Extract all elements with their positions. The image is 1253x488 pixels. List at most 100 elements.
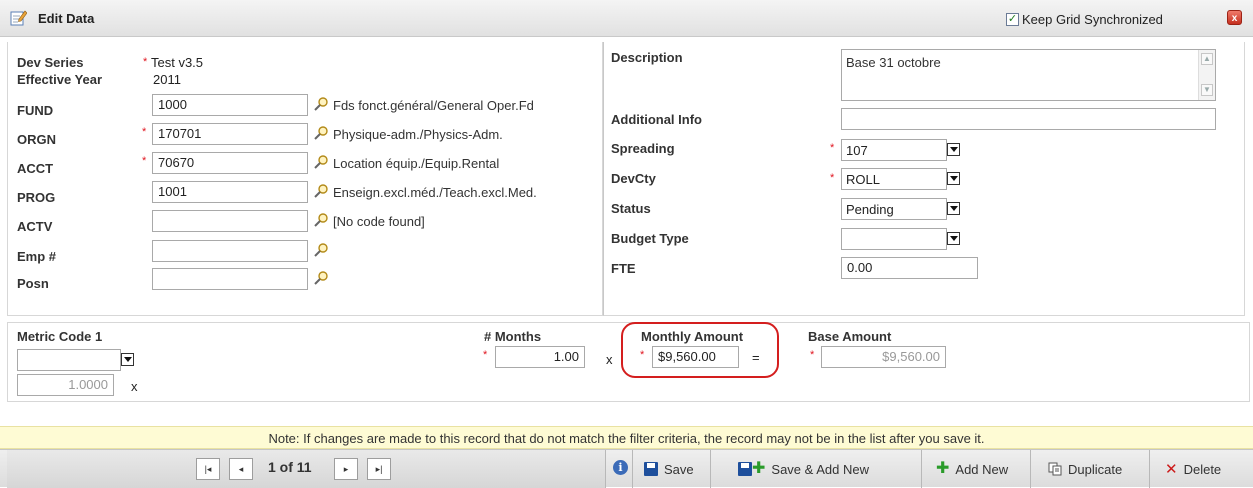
delete-icon: ✕ — [1165, 461, 1178, 478]
lookup-search-icon[interactable] — [314, 243, 328, 257]
save-add-new-button[interactable]: ✚ Save & Add New — [728, 450, 879, 488]
prog-input[interactable]: 1001 — [152, 181, 308, 203]
description-textarea[interactable]: Base 31 octobre ▲ ▼ — [841, 49, 1216, 101]
info-icon: i — [613, 460, 628, 475]
delete-label: Delete — [1183, 461, 1222, 477]
required-marker: * — [810, 349, 815, 361]
months-input[interactable]: 1.00 — [495, 346, 585, 368]
orgn-input[interactable]: 170701 — [152, 123, 308, 145]
save-button[interactable]: Save — [634, 450, 704, 488]
orgn-description: Physique-adm./Physics-Adm. — [333, 127, 503, 142]
toolbar-divider — [921, 450, 922, 488]
next-page-icon[interactable]: ▸ — [334, 458, 358, 480]
status-select[interactable]: Pending — [841, 198, 947, 220]
lookup-search-icon[interactable] — [314, 213, 328, 227]
base-amount-label: Base Amount — [808, 329, 892, 344]
filter-note-bar: Note: If changes are made to this record… — [0, 426, 1253, 449]
last-page-icon[interactable]: ▸| — [367, 458, 391, 480]
months-label: # Months — [484, 329, 542, 344]
devcty-label: DevCty — [611, 171, 656, 186]
chevron-down-icon[interactable] — [947, 232, 960, 245]
fte-label: FTE — [611, 261, 636, 276]
chevron-down-icon[interactable] — [947, 143, 960, 156]
bottom-toolbar: |◂ ◂ 1 of 11 ▸ ▸| i Save ✚ Save & Add Ne… — [0, 449, 1253, 488]
status-label: Status — [611, 201, 651, 216]
duplicate-button[interactable]: Duplicate — [1038, 450, 1132, 488]
required-marker: * — [142, 126, 147, 138]
fund-label: FUND — [17, 103, 54, 118]
duplicate-icon — [1048, 462, 1062, 476]
dev-series-label: Dev Series — [17, 55, 84, 70]
fund-description: Fds fonct.général/General Oper.Fd — [333, 98, 534, 113]
description-scrollbar[interactable]: ▲ ▼ — [1198, 50, 1215, 100]
posn-input[interactable] — [152, 268, 308, 290]
edit-icon — [10, 10, 27, 26]
lookup-search-icon[interactable] — [314, 271, 328, 285]
duplicate-label: Duplicate — [1068, 461, 1123, 477]
plus-icon: ✚ — [936, 460, 950, 477]
metric-factor-input[interactable]: 1.0000 — [17, 374, 114, 396]
prog-description: Enseign.excl.méd./Teach.excl.Med. — [333, 185, 537, 200]
acct-description: Location équip./Equip.Rental — [333, 156, 500, 171]
save-add-icon: ✚ — [738, 461, 765, 477]
title-bar: Edit Data ✓ Keep Grid Synchronized x — [0, 0, 1253, 37]
effective-year-label: Effective Year — [17, 72, 103, 87]
fte-input[interactable]: 0.00 — [841, 257, 978, 279]
scroll-down-icon[interactable]: ▼ — [1201, 84, 1213, 96]
budget-type-select[interactable] — [841, 228, 947, 250]
toolbar-divider — [1030, 450, 1031, 488]
toolbar-divider — [1149, 450, 1150, 488]
prev-page-icon[interactable]: ◂ — [229, 458, 253, 480]
actv-description: [No code found] — [333, 214, 425, 229]
scroll-up-icon[interactable]: ▲ — [1201, 53, 1213, 65]
save-icon — [644, 462, 658, 476]
close-button[interactable]: x — [1227, 10, 1242, 25]
info-button[interactable]: i — [613, 460, 628, 475]
keep-sync-label[interactable]: Keep Grid Synchronized — [1022, 12, 1163, 27]
delete-button[interactable]: ✕ Delete — [1155, 450, 1231, 488]
acct-label: ACCT — [17, 161, 54, 176]
acct-input[interactable]: 70670 — [152, 152, 308, 174]
emp-input[interactable] — [152, 240, 308, 262]
toolbar-divider — [632, 450, 633, 488]
actv-input[interactable] — [152, 210, 308, 232]
page-indicator: 1 of 11 — [268, 459, 312, 475]
devcty-select[interactable]: ROLL — [841, 168, 947, 190]
required-marker: * — [142, 155, 147, 167]
orgn-label: ORGN — [17, 132, 56, 147]
posn-label: Posn — [17, 276, 49, 291]
dev-series-value: Test v3.5 — [151, 55, 204, 70]
keep-sync-checkbox[interactable]: ✓ — [1006, 13, 1019, 26]
emp-label: Emp # — [17, 249, 57, 264]
filter-note-text: Note: If changes are made to this record… — [268, 431, 985, 446]
description-text: Base 31 octobre — [846, 55, 941, 70]
chevron-down-icon[interactable] — [947, 202, 960, 215]
additional-info-input[interactable] — [841, 108, 1216, 130]
toolbar-divider — [605, 450, 606, 488]
dialog-title: Edit Data — [38, 11, 95, 26]
chevron-down-icon[interactable] — [121, 353, 134, 366]
add-new-button[interactable]: ✚ Add New — [926, 450, 1018, 488]
times-symbol: x — [131, 379, 138, 394]
budget-type-label: Budget Type — [611, 231, 689, 246]
lookup-search-icon[interactable] — [314, 184, 328, 198]
first-page-icon[interactable]: |◂ — [196, 458, 220, 480]
lookup-search-icon[interactable] — [314, 126, 328, 140]
lookup-search-icon[interactable] — [314, 97, 328, 111]
required-marker: * — [483, 349, 488, 361]
toolbar-divider — [710, 450, 711, 488]
monthly-amount-highlight — [621, 322, 779, 378]
spreading-label: Spreading — [611, 141, 675, 156]
save-label: Save — [664, 461, 694, 477]
description-label: Description — [611, 50, 683, 65]
spreading-select[interactable]: 107 — [841, 139, 947, 161]
metric-code-label: Metric Code 1 — [17, 329, 103, 344]
save-add-new-label: Save & Add New — [771, 461, 869, 477]
prog-label: PROG — [17, 190, 56, 205]
fund-input[interactable]: 1000 — [152, 94, 308, 116]
required-marker: * — [143, 56, 148, 68]
chevron-down-icon[interactable] — [947, 172, 960, 185]
metric-code-select[interactable] — [17, 349, 121, 371]
lookup-search-icon[interactable] — [314, 155, 328, 169]
base-amount-input[interactable]: $9,560.00 — [821, 346, 946, 368]
